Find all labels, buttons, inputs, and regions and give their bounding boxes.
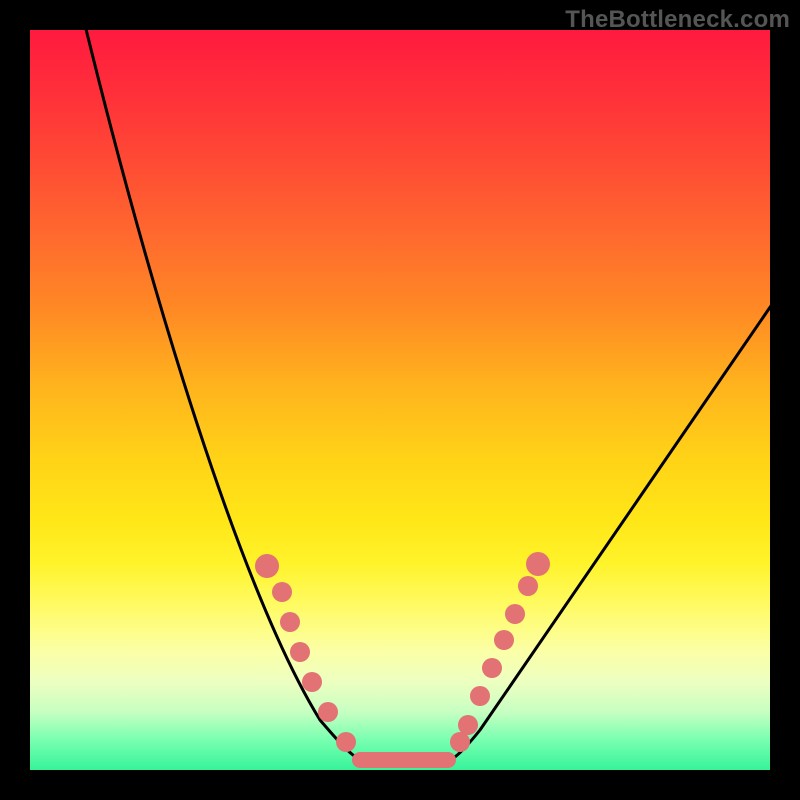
marker-left-1	[272, 582, 292, 602]
marker-right-2	[470, 686, 490, 706]
marker-right-0	[450, 732, 470, 752]
marker-right-1	[458, 715, 478, 735]
marker-left-3	[290, 642, 310, 662]
marker-left-4	[302, 672, 322, 692]
curve-svg	[30, 30, 770, 770]
bottleneck-curve	[85, 30, 770, 765]
marker-left-5	[318, 702, 338, 722]
marker-right-4	[494, 630, 514, 650]
markers-left-group	[255, 554, 356, 752]
marker-right-7	[526, 552, 550, 576]
marker-right-5	[505, 604, 525, 624]
marker-right-3	[482, 658, 502, 678]
plot-area	[30, 30, 770, 770]
marker-left-2	[280, 612, 300, 632]
marker-left-0	[255, 554, 279, 578]
marker-right-6	[518, 576, 538, 596]
chart-frame: TheBottleneck.com	[0, 0, 800, 800]
marker-left-6	[336, 732, 356, 752]
